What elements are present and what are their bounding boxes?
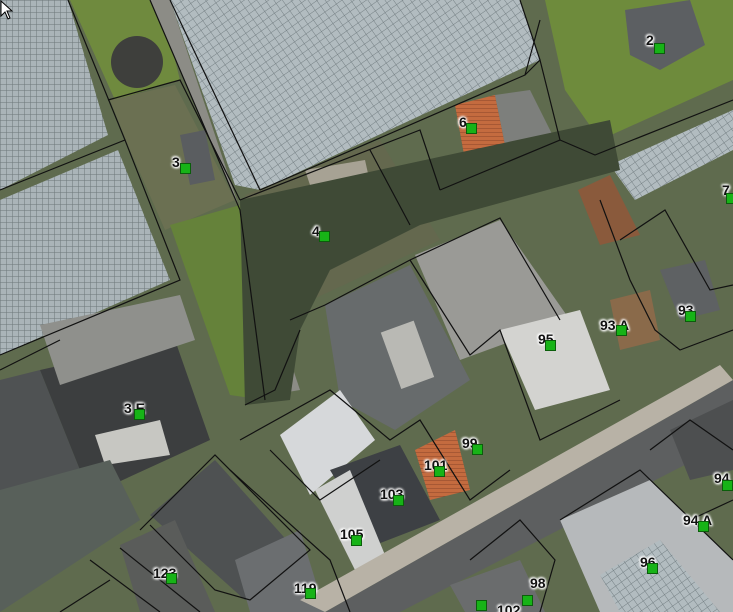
address-marker-4[interactable] xyxy=(319,231,330,242)
address-marker-123[interactable] xyxy=(166,573,177,584)
address-marker-93a[interactable] xyxy=(616,325,627,336)
address-marker-101[interactable] xyxy=(434,466,445,477)
aerial-imagery xyxy=(0,0,733,612)
address-marker-105[interactable] xyxy=(351,535,362,546)
address-label-3[interactable]: 3 xyxy=(172,155,180,169)
address-marker-103[interactable] xyxy=(393,495,404,506)
address-marker-3[interactable] xyxy=(180,163,191,174)
address-marker-94[interactable] xyxy=(722,480,733,491)
mouse-cursor-icon xyxy=(0,0,14,20)
address-marker-94a[interactable] xyxy=(698,521,709,532)
address-marker-7[interactable] xyxy=(726,193,733,204)
address-marker-2[interactable] xyxy=(654,43,665,54)
address-marker-93[interactable] xyxy=(685,311,696,322)
address-marker-98[interactable] xyxy=(522,595,533,606)
address-marker-6[interactable] xyxy=(466,123,477,134)
address-marker-119[interactable] xyxy=(305,588,316,599)
address-marker-102[interactable] xyxy=(476,600,487,611)
address-label-102[interactable]: 102 xyxy=(497,603,520,612)
aerial-map[interactable]: 2 3 4 6 7 3 E 93 A 93 95 99 101 103 105 … xyxy=(0,0,733,612)
address-label-2[interactable]: 2 xyxy=(646,33,654,47)
address-marker-96[interactable] xyxy=(647,563,658,574)
address-label-98[interactable]: 98 xyxy=(530,576,546,590)
address-marker-3e[interactable] xyxy=(134,409,145,420)
address-marker-95[interactable] xyxy=(545,340,556,351)
address-marker-99[interactable] xyxy=(472,444,483,455)
